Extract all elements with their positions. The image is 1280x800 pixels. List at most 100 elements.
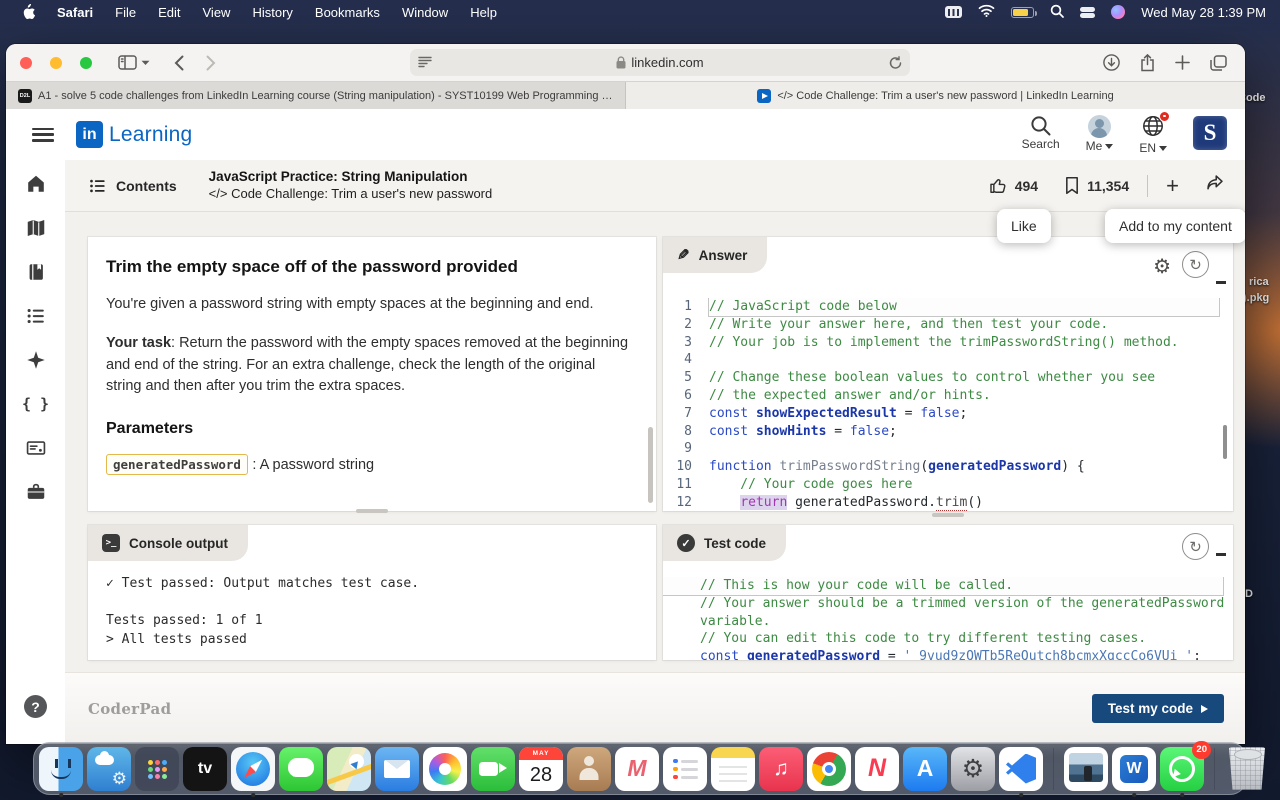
header-language-menu[interactable]: EN bbox=[1139, 115, 1167, 155]
parameter-description: : A password string bbox=[252, 457, 374, 473]
menu-item-window[interactable]: Window bbox=[391, 5, 459, 20]
home-icon[interactable] bbox=[24, 172, 48, 196]
menu-item-view[interactable]: View bbox=[192, 5, 242, 20]
back-button[interactable] bbox=[174, 55, 184, 71]
console-line: ✓ Test passed: Output matches test case. bbox=[106, 575, 638, 594]
minimize-window-button[interactable] bbox=[50, 57, 62, 69]
url-text[interactable]: linkedin.com bbox=[631, 55, 703, 70]
dock-calendar-icon[interactable]: MAY28 bbox=[519, 747, 563, 791]
organization-logo[interactable]: S bbox=[1193, 116, 1227, 150]
reset-code-button[interactable]: ↻ bbox=[1182, 251, 1209, 278]
panel-resize-handle[interactable] bbox=[932, 513, 964, 517]
browser-tab-linkedin[interactable]: </> Code Challenge: Trim a user's new pa… bbox=[626, 82, 1245, 109]
map-icon[interactable] bbox=[24, 216, 48, 240]
dock-app-store-icon[interactable]: A bbox=[903, 747, 947, 791]
tab-overview-icon[interactable] bbox=[1210, 55, 1227, 71]
dock-whatsapp-icon[interactable]: 20 bbox=[1160, 747, 1204, 791]
dock-photos-icon[interactable] bbox=[423, 747, 467, 791]
battery-icon[interactable] bbox=[1011, 7, 1034, 18]
reload-icon[interactable] bbox=[889, 56, 902, 70]
dock-mail-icon[interactable] bbox=[375, 747, 419, 791]
dock-apple-tv-icon[interactable]: tv bbox=[183, 747, 227, 791]
dock-launchpad-icon[interactable] bbox=[135, 747, 179, 791]
wifi-icon[interactable] bbox=[978, 4, 995, 20]
collapse-answer-panel-button[interactable] bbox=[1216, 281, 1226, 284]
console-output-tab[interactable]: >_ Console output bbox=[88, 525, 248, 561]
dock-word-icon[interactable]: W bbox=[1112, 747, 1156, 791]
dock-trash-icon[interactable] bbox=[1225, 747, 1269, 791]
menu-item-history[interactable]: History bbox=[241, 5, 303, 20]
address-bar[interactable]: linkedin.com bbox=[410, 49, 910, 76]
scrollbar-thumb[interactable] bbox=[648, 427, 653, 503]
dock-chrome-icon[interactable] bbox=[807, 747, 851, 791]
header-me-menu[interactable]: Me bbox=[1086, 115, 1114, 153]
header-search-button[interactable]: Search bbox=[1022, 115, 1060, 151]
menu-item-edit[interactable]: Edit bbox=[147, 5, 191, 20]
like-button[interactable]: 494 bbox=[989, 176, 1038, 195]
like-tooltip: Like bbox=[997, 209, 1051, 243]
editor-scrollbar-thumb[interactable] bbox=[1223, 425, 1227, 459]
dock-finder-icon[interactable] bbox=[39, 747, 83, 791]
apple-menu-icon[interactable] bbox=[10, 4, 46, 20]
zoom-window-button[interactable] bbox=[80, 57, 92, 69]
menubar-clock[interactable]: Wed May 28 1:39 PM bbox=[1141, 5, 1266, 20]
dock-music-icon[interactable]: ♫ bbox=[759, 747, 803, 791]
ai-sparkle-icon[interactable] bbox=[24, 348, 48, 372]
siri-icon[interactable] bbox=[1111, 5, 1125, 19]
dock-maps-icon[interactable] bbox=[327, 747, 371, 791]
collapse-test-panel-button[interactable] bbox=[1216, 553, 1226, 556]
panel-resize-handle[interactable] bbox=[356, 509, 388, 513]
forward-button[interactable] bbox=[206, 55, 216, 71]
reset-test-code-button[interactable]: ↻ bbox=[1182, 533, 1209, 560]
dock-reminders-icon[interactable] bbox=[663, 747, 707, 791]
editor-settings-icon[interactable]: ⚙ bbox=[1153, 254, 1171, 279]
test-my-code-button[interactable]: Test my code bbox=[1092, 694, 1224, 723]
console-line: Tests passed: 1 of 1 bbox=[106, 612, 638, 631]
terminal-icon: >_ bbox=[102, 534, 120, 552]
sidebar-toggle-icon[interactable] bbox=[118, 55, 137, 70]
sidebar-chevron-icon[interactable] bbox=[141, 60, 150, 66]
code-braces-icon[interactable]: { } bbox=[24, 392, 48, 416]
close-window-button[interactable] bbox=[20, 57, 32, 69]
test-code-tab[interactable]: ✓ Test code bbox=[663, 525, 786, 561]
dock-contacts-icon[interactable] bbox=[567, 747, 611, 791]
dock-data-app-icon[interactable]: ⚙ bbox=[87, 747, 131, 791]
briefcase-icon[interactable] bbox=[24, 480, 48, 504]
menu-item-file[interactable]: File bbox=[104, 5, 147, 20]
dock-news-icon[interactable]: N bbox=[855, 747, 899, 791]
dock-safari-icon[interactable] bbox=[231, 747, 275, 791]
contents-list-icon[interactable] bbox=[24, 304, 48, 328]
share-icon[interactable] bbox=[1140, 54, 1155, 72]
dock-vscode-icon[interactable] bbox=[999, 747, 1043, 791]
menu-item-bookmarks[interactable]: Bookmarks bbox=[304, 5, 391, 20]
code-line: 7const showExpectedResult = false; bbox=[663, 405, 1233, 423]
share-lesson-button[interactable] bbox=[1205, 174, 1225, 197]
library-icon[interactable] bbox=[24, 260, 48, 284]
dock-m-app-icon[interactable]: M bbox=[615, 747, 659, 791]
bookmark-button[interactable]: 11,354 bbox=[1064, 176, 1129, 195]
downloads-icon[interactable] bbox=[1103, 54, 1120, 71]
menu-item-help[interactable]: Help bbox=[459, 5, 508, 20]
contents-button[interactable]: Contents bbox=[88, 177, 177, 195]
help-icon[interactable]: ? bbox=[24, 695, 47, 718]
answer-tab[interactable]: ✎ Answer bbox=[663, 237, 767, 273]
divider bbox=[1147, 175, 1148, 197]
menu-item-safari[interactable]: Safari bbox=[46, 5, 104, 20]
certificate-icon[interactable] bbox=[24, 436, 48, 460]
answer-code-editor[interactable]: 1// JavaScript code below2// Write your … bbox=[663, 298, 1233, 511]
control-center-icon[interactable] bbox=[1080, 7, 1095, 18]
linkedin-learning-logo[interactable]: in Learning bbox=[76, 121, 192, 148]
keyboard-status-icon[interactable] bbox=[945, 6, 962, 18]
browser-tab-d2l[interactable]: D2L A1 - solve 5 code challenges from Li… bbox=[6, 82, 626, 109]
dock-settings-icon[interactable]: ⚙ bbox=[951, 747, 995, 791]
dock-messages-icon[interactable] bbox=[279, 747, 323, 791]
test-code-editor[interactable]: // This is how your code will be called.… bbox=[663, 577, 1233, 660]
dock-notes-icon[interactable] bbox=[711, 747, 755, 791]
page-format-icon[interactable] bbox=[418, 56, 432, 69]
hamburger-menu-icon[interactable] bbox=[32, 128, 54, 142]
dock-preview-icon[interactable] bbox=[1064, 747, 1108, 791]
new-tab-icon[interactable] bbox=[1175, 55, 1190, 70]
spotlight-search-icon[interactable] bbox=[1050, 4, 1064, 21]
dock-facetime-icon[interactable] bbox=[471, 747, 515, 791]
add-to-content-button[interactable]: + bbox=[1166, 175, 1179, 197]
